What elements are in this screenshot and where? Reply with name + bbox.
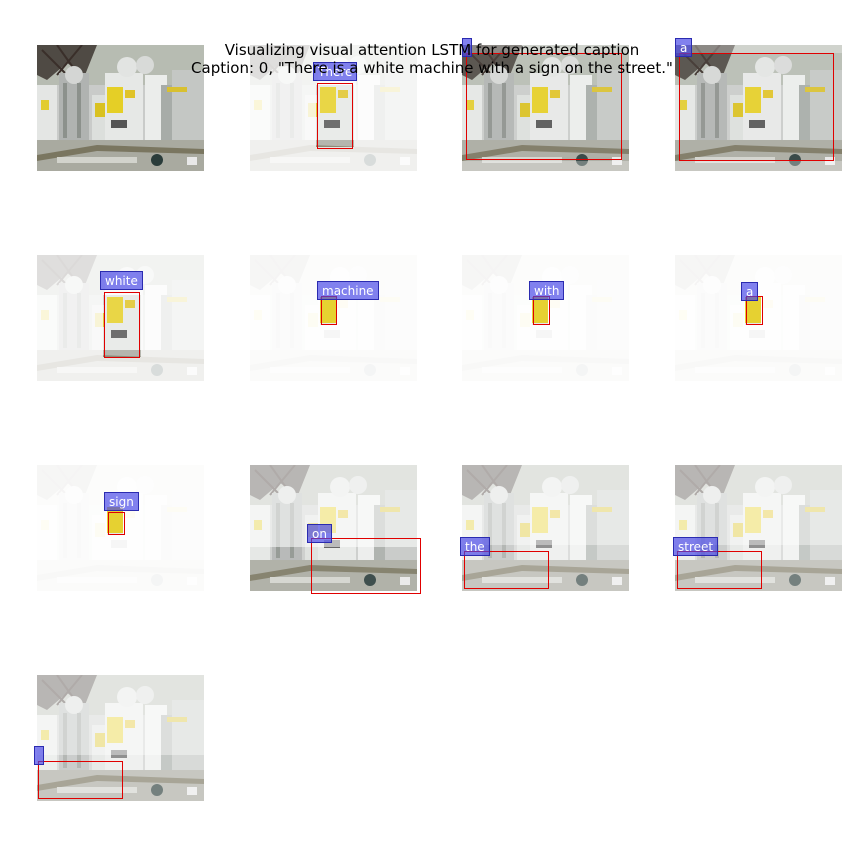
attention-panel: the — [460, 465, 629, 591]
attention-box — [317, 83, 353, 149]
caption-word-label: white — [100, 271, 143, 290]
attention-panel: machine — [250, 255, 417, 381]
caption-word-label: the — [460, 537, 490, 556]
caption-word-label: on — [307, 524, 332, 543]
attention-panel: with — [462, 255, 629, 381]
attention-panel: sign — [37, 465, 204, 591]
caption-word-label — [34, 746, 44, 765]
caption-word-label: a — [741, 282, 759, 301]
caption-line: Caption: 0, "There is a white machine wi… — [191, 59, 673, 77]
attention-panel: on — [250, 465, 421, 594]
attention-box — [677, 551, 762, 589]
attention-box — [104, 292, 140, 358]
attention-box — [38, 761, 123, 799]
attention-box — [464, 551, 549, 589]
attention-box — [108, 512, 125, 535]
attention-panel: white — [37, 255, 204, 381]
caption-word-label: machine — [317, 281, 379, 300]
attention-box — [311, 538, 421, 594]
caption-word-label: with — [529, 281, 565, 300]
attention-box — [321, 296, 337, 325]
attention-panel: a — [675, 255, 842, 381]
caption-word-label: street — [673, 537, 719, 556]
attention-panel: street — [673, 465, 842, 591]
attention-panel — [34, 675, 204, 801]
caption-word-label: sign — [104, 492, 139, 511]
attention-box — [533, 296, 550, 325]
